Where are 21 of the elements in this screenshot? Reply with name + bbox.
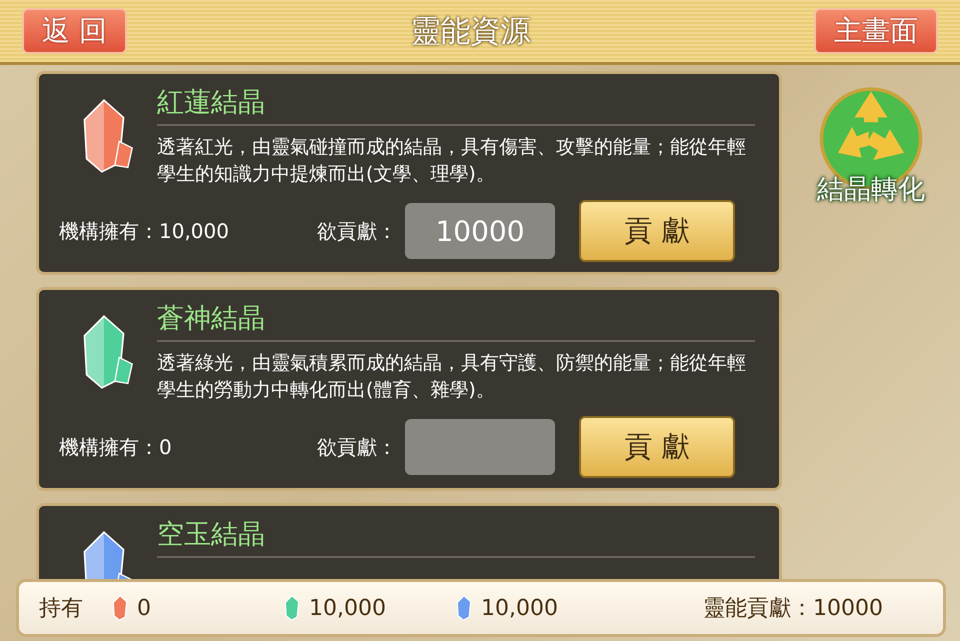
crystal-name: 紅蓮結晶 — [157, 84, 755, 126]
crystal-name: 蒼神結晶 — [157, 300, 755, 342]
contribute-label: 欲貢獻： — [317, 434, 397, 460]
contribute-input-field[interactable] — [405, 419, 555, 475]
holding-amount: 10,000 — [309, 596, 386, 620]
contribute-button[interactable]: 貢 獻 — [579, 200, 735, 262]
crystal-name: 空玉結晶 — [157, 516, 755, 558]
contribute-label: 欲貢獻： — [317, 218, 397, 244]
holding-amount: 10,000 — [481, 596, 558, 620]
contribute-input-field[interactable]: 10000 — [405, 203, 555, 259]
page-title: 靈能資源 — [410, 12, 530, 50]
crystal-description: 透著綠光，由靈氣積累而成的結晶，具有守護、防禦的能量；能從年輕學生的勞動力中轉化而出(體育、雜學)。 — [157, 351, 747, 403]
owned-amount: 機構擁有：0 — [59, 434, 173, 460]
crystal-description: 透著紅光，由靈氣碰撞而成的結晶，具有傷害、攻擊的能量；能從年輕學生的知識力中提煉而出(文學、理學)。 — [157, 135, 747, 187]
owned-amount: 機構擁有：10,000 — [59, 218, 230, 244]
contribute-button[interactable]: 貢 獻 — [579, 416, 735, 478]
contribution-total: 靈能貢獻：10000 — [703, 595, 883, 623]
holding-amount: 0 — [137, 596, 151, 620]
home-button[interactable]: 主畫面 — [814, 8, 938, 54]
back-button[interactable]: 返 回 — [22, 8, 127, 54]
holdings-label: 持有 — [39, 595, 83, 623]
